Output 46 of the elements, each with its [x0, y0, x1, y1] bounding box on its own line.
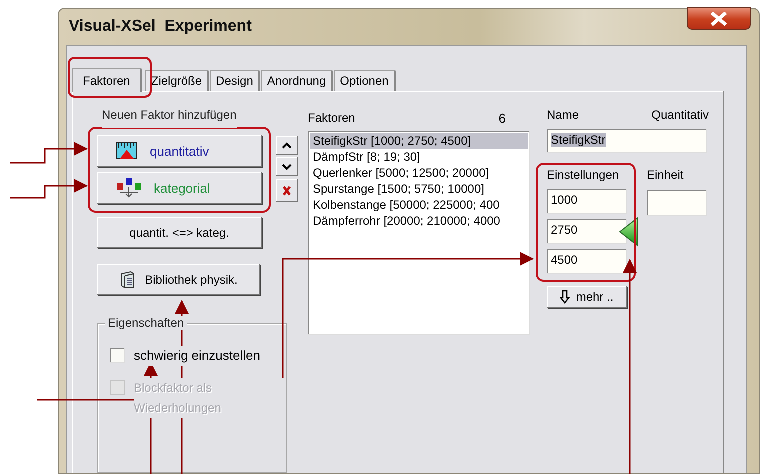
list-item[interactable]: Kolbenstange [50000; 225000; 400	[310, 197, 528, 213]
list-item[interactable]: Querlenker [5000; 12500; 20000]	[310, 165, 528, 181]
delete-button[interactable]	[276, 179, 298, 202]
arrow-left-icon	[619, 216, 639, 246]
list-label: Faktoren	[308, 111, 356, 127]
caret-up-icon	[282, 142, 292, 150]
tab[interactable]: Faktoren	[72, 68, 142, 92]
name-label: Name	[547, 108, 580, 124]
category-icon	[116, 177, 142, 199]
checkbox[interactable]	[110, 348, 125, 363]
group-title: Eigenschaften	[105, 316, 188, 330]
list-item[interactable]: Spurstange [1500; 5750; 10000]	[310, 181, 528, 197]
ruler-icon	[116, 141, 138, 161]
tab[interactable]: Optionen	[334, 70, 396, 91]
list-item[interactable]: Dämpferrohr [20000; 210000; 4000	[310, 213, 528, 229]
tab[interactable]: Anordnung	[261, 70, 334, 91]
book-icon	[119, 270, 138, 288]
factor-list[interactable]: SteifigkStr [1000; 2750; 4500] DämpfStr [8; 19; 30] Querlenker [5000; 12500; 20000] Spurstange [1500; 5750; 10000] Kolbenstange [50000; 225000; 400 Dämpferrohr [20000; 210000; 4000	[308, 131, 530, 335]
quantitative-button[interactable]: quantitativ	[97, 135, 262, 167]
factor-type: Quantitativ	[652, 108, 709, 124]
close-icon	[709, 12, 729, 26]
convert-button[interactable]: quantit. <=> kateg.	[97, 217, 262, 248]
delete-icon	[282, 184, 292, 196]
library-button[interactable]: Bibliothek physik.	[97, 264, 260, 295]
close-button[interactable]	[687, 7, 751, 30]
name-field[interactable]: SteifigkStr	[547, 129, 707, 153]
list-item[interactable]: SteifigkStr [1000; 2750; 4500]	[310, 133, 528, 149]
move-up-button[interactable]	[276, 136, 298, 155]
settings-label: Einstellungen	[547, 167, 620, 184]
settings-field[interactable]: 2750	[547, 219, 627, 244]
list-item[interactable]: DämpfStr [8; 19; 30]	[310, 149, 528, 165]
settings-field[interactable]: 1000	[547, 189, 627, 214]
caret-down-icon	[282, 162, 292, 170]
checkbox-label: Blockfaktor als Wiederholungen	[134, 378, 284, 418]
move-down-button[interactable]	[276, 157, 298, 176]
unit-field[interactable]	[647, 190, 707, 216]
tab[interactable]: Zielgröße	[145, 70, 210, 91]
more-button[interactable]: mehr ..	[547, 286, 627, 308]
window-title: Visual-XSel Experiment	[68, 17, 252, 36]
checkbox-label: schwierig einzustellen	[134, 346, 260, 366]
factor-count: 6	[498, 111, 506, 128]
section-label: Neuen Faktor hinzufügen	[102, 108, 237, 128]
arrow-down-icon	[560, 290, 570, 304]
settings-field[interactable]: 4500	[547, 249, 627, 274]
unit-label: Einheit	[647, 167, 685, 184]
tab[interactable]: Design	[210, 70, 260, 91]
